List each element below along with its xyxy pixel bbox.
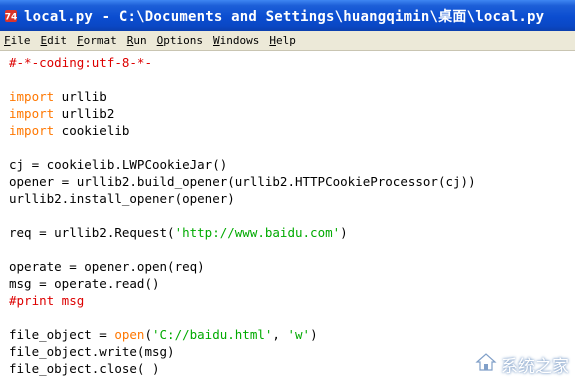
window-title: local.py - C:\Documents and Settings\hua… [24, 8, 545, 25]
keyword-token: open [114, 327, 145, 342]
code-token: opener = urllib2.build_opener(urllib2.HT… [9, 174, 476, 189]
code-editor[interactable]: #-*-coding:utf-8-*- import urllib import u… [0, 51, 575, 383]
string-token: 'C://baidu.html' [152, 327, 273, 342]
code-line: urllib2.install_opener(opener) [9, 190, 235, 207]
menu-item-edit[interactable]: Edit [41, 34, 68, 47]
title-bar[interactable]: 74 local.py - C:\Documents and Settings\… [0, 0, 575, 31]
code-token: urllib [54, 89, 107, 104]
code-token: req = urllib2.Request( [9, 225, 175, 240]
code-line: #print msg [9, 292, 84, 309]
code-token: file_object.close( ) [9, 361, 160, 376]
house-logo-icon [475, 352, 497, 377]
menu-item-windows[interactable]: Windows [213, 34, 259, 47]
code-token: , [272, 327, 288, 342]
code-token: file_object = [9, 327, 115, 342]
code-token: ( [144, 327, 152, 342]
menu-item-file[interactable]: File [4, 34, 31, 47]
code-line: import urllib2 [9, 105, 114, 122]
menu-item-format[interactable]: Format [77, 34, 117, 47]
code-token: msg = operate.read() [9, 276, 160, 291]
idle-editor-window: 74 local.py - C:\Documents and Settings\… [0, 0, 575, 383]
svg-text:74: 74 [5, 12, 18, 22]
keyword-token: import [9, 89, 55, 104]
code-line: file_object = open('C://baidu.html', 'w'… [9, 326, 318, 343]
keyword-token: import [9, 106, 55, 121]
code-line: cj = cookielib.LWPCookieJar() [9, 156, 227, 173]
menu-bar: File Edit Format Run Options Windows Help [0, 31, 575, 51]
code-line: file_object.close( ) [9, 360, 160, 377]
keyword-token: import [9, 123, 55, 138]
code-line: import urllib [9, 88, 107, 105]
menu-item-run[interactable]: Run [127, 34, 147, 47]
menu-item-help[interactable]: Help [269, 34, 296, 47]
watermark-text: 系统之家 [501, 357, 569, 377]
code-token: operate = opener.open(req) [9, 259, 205, 274]
code-token: ) [310, 327, 318, 342]
string-token: 'w' [287, 327, 311, 342]
code-line: req = urllib2.Request('http://www.baidu.… [9, 224, 348, 241]
code-line: opener = urllib2.build_opener(urllib2.HT… [9, 173, 476, 190]
code-token: urllib2.install_opener(opener) [9, 191, 235, 206]
code-line: operate = opener.open(req) [9, 258, 205, 275]
code-token: cj = cookielib.LWPCookieJar() [9, 157, 228, 172]
code-line: #-*-coding:utf-8-*- [9, 54, 152, 71]
site-watermark: 系统之家 [475, 352, 569, 377]
code-token: ) [340, 225, 348, 240]
python-idle-icon: 74 [4, 9, 18, 23]
code-line: file_object.write(msg) [9, 343, 175, 360]
code-line: import cookielib [9, 122, 129, 139]
menu-item-options[interactable]: Options [157, 34, 203, 47]
code-token: urllib2 [54, 106, 115, 121]
code-token: file_object.write(msg) [9, 344, 175, 359]
code-line: msg = operate.read() [9, 275, 160, 292]
comment-token: #print msg [9, 293, 85, 308]
code-token: cookielib [54, 123, 130, 138]
string-token: 'http://www.baidu.com' [174, 225, 341, 240]
comment-token: #-*-coding:utf-8-*- [9, 55, 152, 70]
